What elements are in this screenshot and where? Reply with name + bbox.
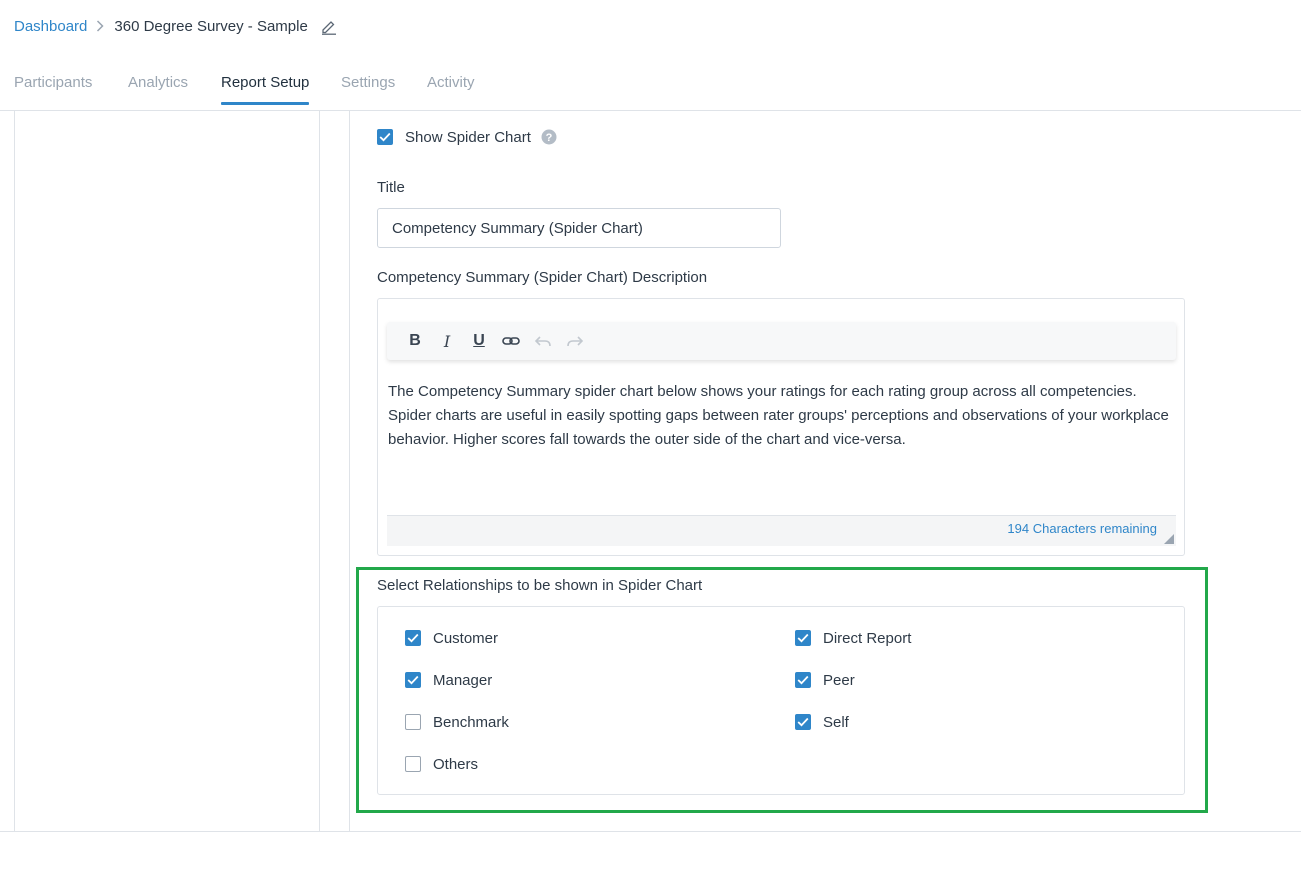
customer-label: Customer [433, 629, 499, 647]
show-spider-chart-option[interactable]: Show Spider Chart ? [377, 127, 557, 147]
title-input[interactable] [377, 208, 781, 248]
chevron-right-icon [96, 20, 104, 32]
breadcrumb: Dashboard 360 Degree Survey - Sample [14, 14, 337, 38]
peer-label: Peer [823, 671, 855, 689]
benchmark-checkbox[interactable] [405, 714, 421, 730]
manager-label: Manager [433, 671, 493, 689]
title-label: Title [377, 179, 405, 196]
direct-report-label: Direct Report [823, 629, 912, 647]
direct-report-checkbox[interactable] [795, 630, 811, 646]
underline-button[interactable]: U [463, 327, 495, 355]
tab-bar: Participants Analytics Report Setup Sett… [0, 60, 1301, 111]
description-label: Competency Summary (Spider Chart) Descri… [377, 269, 708, 286]
others-checkbox[interactable] [405, 756, 421, 772]
link-icon[interactable] [495, 327, 527, 355]
redo-icon[interactable] [559, 327, 591, 355]
resize-handle-icon[interactable] [1164, 534, 1174, 544]
svg-text:?: ? [546, 132, 553, 144]
manager-checkbox[interactable] [405, 672, 421, 688]
bold-button[interactable]: B [399, 327, 431, 355]
undo-icon[interactable] [527, 327, 559, 355]
description-text[interactable]: The Competency Summary spider chart belo… [388, 380, 1180, 452]
breadcrumb-dashboard-link[interactable]: Dashboard [14, 18, 87, 35]
tab-activity[interactable]: Activity [427, 74, 475, 105]
relationships-options-box: Customer Manager Benchmark Others Direct… [377, 606, 1185, 795]
bottom-divider [0, 831, 1301, 832]
relationship-customer[interactable]: Customer [405, 628, 498, 648]
relationship-peer[interactable]: Peer [795, 670, 855, 690]
question-help-icon[interactable]: ? [541, 129, 557, 145]
relationship-manager[interactable]: Manager [405, 670, 492, 690]
left-sidebar-panel [14, 111, 320, 831]
relationship-others[interactable]: Others [405, 754, 478, 774]
report-setup-page: Dashboard 360 Degree Survey - Sample Par… [0, 0, 1301, 869]
column-divider [349, 111, 350, 831]
editor-toolbar: B I U [387, 322, 1176, 360]
relationship-self[interactable]: Self [795, 712, 849, 732]
self-label: Self [823, 713, 849, 731]
relationship-direct-report[interactable]: Direct Report [795, 628, 911, 648]
italic-button[interactable]: I [431, 327, 463, 355]
editor-footer: 194 Characters remaining [387, 515, 1176, 546]
tab-report-setup[interactable]: Report Setup [221, 74, 310, 105]
peer-checkbox[interactable] [795, 672, 811, 688]
show-spider-chart-checkbox[interactable] [377, 129, 393, 145]
tab-analytics[interactable]: Analytics [128, 74, 188, 105]
others-label: Others [433, 755, 479, 773]
relationships-label: Select Relationships to be shown in Spid… [377, 577, 703, 594]
characters-remaining: 194 Characters remaining [1007, 521, 1157, 536]
tab-participants[interactable]: Participants [14, 74, 92, 105]
benchmark-label: Benchmark [433, 713, 509, 731]
description-editor[interactable]: B I U The Competency Summary spider char… [377, 298, 1185, 556]
breadcrumb-survey-title: 360 Degree Survey - Sample [114, 17, 308, 35]
relationship-benchmark[interactable]: Benchmark [405, 712, 509, 732]
tab-settings[interactable]: Settings [341, 74, 395, 105]
self-checkbox[interactable] [795, 714, 811, 730]
customer-checkbox[interactable] [405, 630, 421, 646]
show-spider-chart-label: Show Spider Chart [405, 128, 531, 146]
pencil-edit-icon[interactable] [320, 18, 337, 35]
